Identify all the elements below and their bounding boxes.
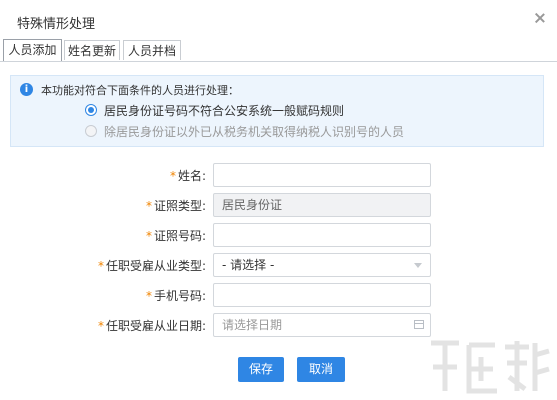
save-button[interactable]: 保存	[238, 357, 284, 382]
chevron-down-icon	[414, 263, 422, 268]
dialog-titlebar: 特殊情形处理	[0, 0, 557, 38]
radio-button-selected[interactable]	[85, 104, 97, 116]
required-mark: *	[145, 199, 152, 213]
radio-label: 居民身份证号码不符合公安系统一般赋码规则	[104, 104, 345, 118]
name-input[interactable]	[213, 163, 431, 187]
watermark-logo	[431, 340, 550, 394]
employment-type-value: - 请选择 -	[222, 258, 275, 272]
id-type-label: * 证照类型:	[145, 199, 206, 213]
required-mark: *	[97, 259, 104, 273]
form-row-phone: * 手机号码:	[0, 283, 557, 307]
phone-input[interactable]	[213, 283, 431, 307]
id-number-label: * 证照号码:	[145, 229, 206, 243]
name-label: * 姓名:	[169, 169, 206, 183]
tab-bar: 人员添加 姓名更新 人员并档	[0, 38, 557, 62]
tab-merge-records[interactable]: 人员并档	[123, 40, 181, 60]
calendar-icon[interactable]	[414, 320, 424, 329]
employment-type-select[interactable]: - 请选择 -	[213, 253, 431, 277]
dialog-title: 特殊情形处理	[17, 17, 96, 32]
info-text: 本功能对符合下面条件的人员进行处理：	[41, 84, 239, 97]
employment-date-input[interactable]: 请选择日期	[213, 313, 431, 337]
form-row-employment-type: * 任职受雇从业类型: - 请选择 -	[0, 253, 557, 277]
form-row-id-number: * 证照号码:	[0, 223, 557, 247]
form-row-name: * 姓名:	[0, 163, 557, 187]
id-type-field: 居民身份证	[213, 193, 431, 217]
required-mark: *	[145, 229, 152, 243]
radio-label: 除居民身份证以外已从税务机关取得纳税人识别号的人员	[104, 125, 405, 139]
form-row-id-type: * 证照类型: 居民身份证	[0, 193, 557, 217]
required-mark: *	[145, 289, 152, 303]
tab-add-person[interactable]: 人员添加	[3, 39, 62, 61]
radio-button-disabled	[85, 125, 97, 137]
close-icon[interactable]	[531, 9, 549, 27]
cancel-button[interactable]: 取消	[297, 357, 345, 382]
tab-name-update[interactable]: 姓名更新	[64, 40, 120, 60]
required-mark: *	[97, 319, 104, 333]
special-case-dialog: 特殊情形处理 人员添加 姓名更新 人员并档 i 本功能对符合下面条件的人员进行处…	[0, 0, 557, 400]
info-icon: i	[20, 83, 33, 96]
employment-date-label: * 任职受雇从业日期:	[97, 319, 206, 333]
id-number-input[interactable]	[213, 223, 431, 247]
info-panel: i 本功能对符合下面条件的人员进行处理： 居民身份证号码不符合公安系统一般赋码规…	[10, 75, 544, 147]
phone-label: * 手机号码:	[145, 289, 206, 303]
employment-type-label: * 任职受雇从业类型:	[97, 259, 206, 273]
required-mark: *	[169, 169, 176, 183]
date-placeholder: 请选择日期	[222, 318, 283, 332]
